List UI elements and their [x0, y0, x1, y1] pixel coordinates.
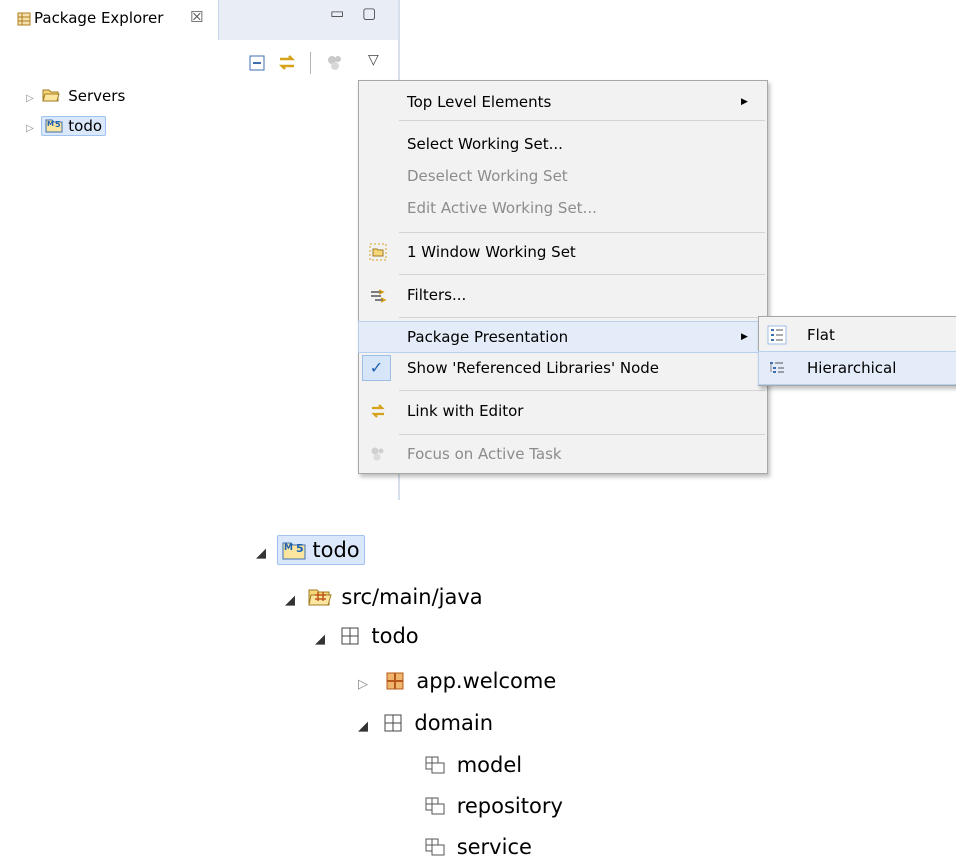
package-icon — [384, 714, 402, 732]
menu-label: Deselect Working Set — [407, 167, 568, 185]
menu-label: Focus on Active Task — [407, 445, 562, 463]
package-colored-icon — [386, 672, 404, 690]
menu-item-select-working-set[interactable]: Select Working Set... — [359, 129, 767, 159]
selected-item[interactable]: M 5 todo — [41, 116, 107, 136]
collapse-icon[interactable]: ◢ — [256, 546, 266, 561]
working-set-icon — [369, 243, 387, 261]
expand-icon[interactable]: ▷ — [26, 123, 34, 134]
menu-separator — [399, 390, 765, 391]
flat-layout-icon — [767, 325, 787, 345]
tree-item-label: todo — [371, 624, 419, 648]
tree-item-label: Servers — [68, 87, 126, 105]
tree-item-todo[interactable]: ▷ M 5 todo — [26, 114, 107, 138]
big-tree-item-domain[interactable]: ◢ domain — [358, 703, 493, 743]
big-tree-item-app-welcome[interactable]: ▷ app.welcome — [358, 661, 556, 701]
package-presentation-submenu: Flat Hierarchical — [758, 316, 956, 386]
toolbar-separator — [310, 52, 311, 74]
expand-icon[interactable]: ▷ — [26, 93, 34, 104]
menu-item-package-presentation[interactable]: Package Presentation ▶ — [358, 321, 768, 353]
view-menu-popup: Top Level Elements ▶ Select Working Set.… — [358, 80, 768, 474]
collapse-icon[interactable]: ◢ — [315, 632, 325, 647]
big-tree-item-todo-project[interactable]: ◢ M 5 todo — [256, 530, 365, 570]
package-explorer-icon — [17, 12, 31, 26]
tree-item-label: model — [456, 753, 523, 777]
menu-label: Package Presentation — [407, 328, 569, 346]
menu-label: Select Working Set... — [407, 135, 563, 153]
tree-item-label: domain — [414, 711, 494, 735]
source-folder-icon — [308, 589, 332, 606]
tree-item-label: todo — [68, 117, 103, 135]
menu-item-window-working-set[interactable]: 1 Window Working Set — [359, 237, 767, 267]
menu-separator — [399, 434, 765, 435]
menu-item-edit-active-working-set: Edit Active Working Set... — [359, 193, 767, 223]
svg-text:5: 5 — [55, 120, 61, 129]
checkmark-icon: ✓ — [362, 355, 391, 381]
package-icon — [341, 627, 359, 645]
maven-project-icon: M 5 — [45, 119, 63, 133]
collapse-icon[interactable]: ◢ — [358, 719, 368, 734]
menu-label: Top Level Elements — [407, 93, 552, 111]
svg-text:M: M — [47, 120, 54, 128]
menu-item-top-level-elements[interactable]: Top Level Elements ▶ — [359, 87, 767, 117]
submenu-label: Hierarchical — [807, 359, 897, 377]
close-view-icon[interactable]: ☒ — [190, 8, 203, 26]
maven-project-icon: M 5 — [282, 542, 306, 560]
submenu-item-flat[interactable]: Flat — [759, 319, 956, 351]
submenu-arrow-icon: ▶ — [741, 332, 748, 342]
filter-icon — [371, 289, 387, 303]
menu-separator — [399, 232, 765, 233]
tree-item-label: todo — [312, 538, 360, 562]
big-tree-item-src-main-java[interactable]: ◢ src/main/java — [285, 577, 483, 617]
selected-item[interactable]: M 5 todo — [276, 535, 365, 565]
menu-separator — [399, 120, 765, 121]
menu-label: 1 Window Working Set — [407, 243, 576, 261]
big-tree-item-service[interactable]: service — [424, 827, 532, 867]
tree-item-servers[interactable]: ▷ Servers — [26, 84, 125, 108]
menu-separator — [399, 317, 765, 318]
link-editor-icon — [371, 404, 385, 418]
big-tree-item-todo-package[interactable]: ◢ todo — [315, 616, 419, 656]
menu-label: Show 'Referenced Libraries' Node — [407, 359, 660, 377]
svg-text:5: 5 — [296, 542, 304, 555]
hierarchical-layout-icon — [770, 362, 784, 373]
tree-item-label: service — [456, 835, 532, 859]
menu-item-deselect-working-set: Deselect Working Set — [359, 161, 767, 191]
big-tree-item-repository[interactable]: repository — [424, 786, 563, 826]
menu-item-filters[interactable]: Filters... — [359, 280, 767, 310]
view-title: Package Explorer — [34, 9, 164, 27]
expand-icon[interactable]: ▷ — [358, 677, 368, 692]
menu-item-show-referenced-libraries[interactable]: ✓ Show 'Referenced Libraries' Node — [359, 353, 767, 383]
empty-package-icon — [425, 797, 445, 815]
tree-item-label: app.welcome — [416, 669, 557, 693]
menu-label: Link with Editor — [407, 402, 524, 420]
collapse-icon[interactable]: ◢ — [285, 593, 295, 608]
menu-label: Edit Active Working Set... — [407, 199, 597, 217]
empty-package-icon — [425, 756, 445, 774]
svg-text:M: M — [284, 543, 293, 553]
menu-label: Filters... — [407, 286, 467, 304]
folder-icon — [42, 89, 61, 102]
link-editor-icon[interactable] — [276, 52, 298, 74]
submenu-item-hierarchical[interactable]: Hierarchical — [758, 351, 956, 385]
submenu-label: Flat — [807, 326, 835, 344]
minimize-icon[interactable]: ▭ — [330, 4, 344, 22]
tree-item-label: repository — [456, 794, 563, 818]
submenu-arrow-icon: ▶ — [741, 97, 748, 107]
focus-task-icon — [371, 447, 384, 461]
view-menu-icon[interactable]: ▽ — [368, 52, 379, 68]
big-tree-item-model[interactable]: model — [424, 745, 522, 785]
collapse-all-icon[interactable] — [248, 54, 266, 72]
maximize-icon[interactable]: ▢ — [362, 4, 376, 22]
empty-package-icon — [425, 838, 445, 856]
tree-item-label: src/main/java — [341, 585, 483, 609]
menu-item-focus-on-active-task: Focus on Active Task — [359, 439, 767, 469]
focus-task-icon[interactable] — [326, 54, 346, 72]
menu-item-link-with-editor[interactable]: Link with Editor — [359, 396, 767, 426]
menu-separator — [399, 274, 765, 275]
